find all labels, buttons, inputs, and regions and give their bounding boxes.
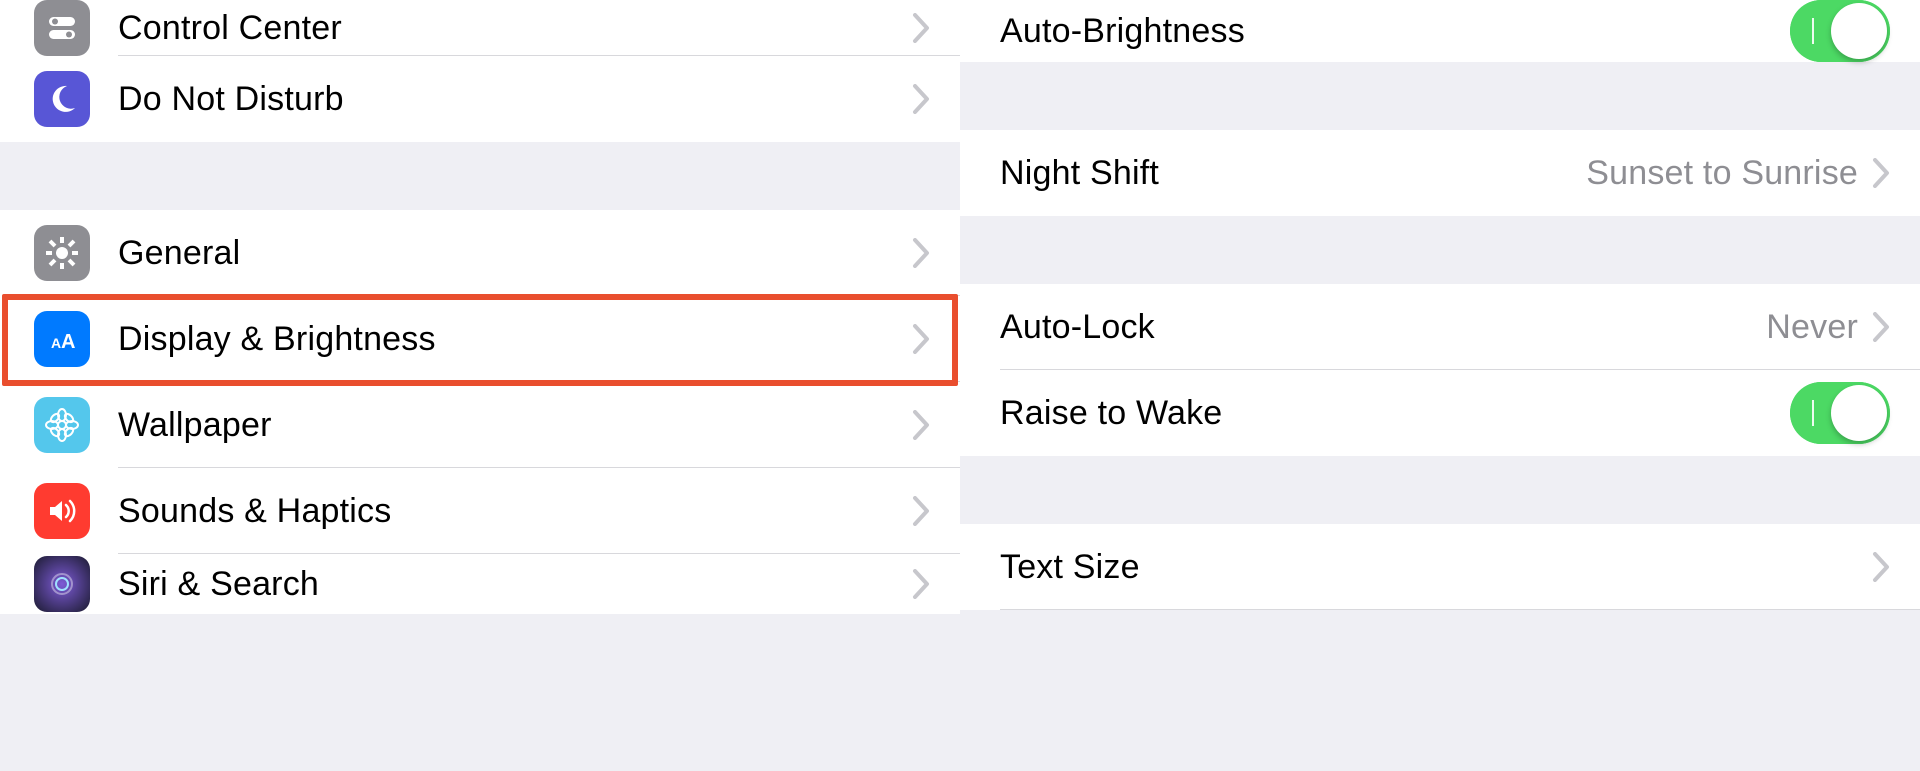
group-separator xyxy=(960,216,1920,284)
gear-icon xyxy=(34,225,90,281)
sidebar-item-siri-search[interactable]: Siri & Search xyxy=(0,554,960,614)
auto-brightness-toggle[interactable] xyxy=(1790,0,1890,62)
cell-label: Display & Brightness xyxy=(118,320,912,359)
cell-label: General xyxy=(118,234,912,273)
row-raise-to-wake[interactable]: Raise to Wake xyxy=(960,370,1920,456)
chevron-right-icon xyxy=(912,410,930,440)
cell-label: Text Size xyxy=(1000,548,1872,587)
row-auto-brightness[interactable]: Auto-Brightness xyxy=(960,0,1920,62)
svg-text:A: A xyxy=(61,331,75,353)
chevron-right-icon xyxy=(912,84,930,114)
chevron-right-icon xyxy=(1872,312,1890,342)
row-night-shift[interactable]: Night Shift Sunset to Sunrise xyxy=(960,130,1920,216)
chevron-right-icon xyxy=(1872,552,1890,582)
settings-group-1: Control Center Do Not Disturb xyxy=(0,0,960,142)
cell-label: Control Center xyxy=(118,9,912,48)
cell-value: Never xyxy=(1766,308,1858,347)
siri-icon xyxy=(34,556,90,612)
speaker-icon xyxy=(34,483,90,539)
cell-label: Sounds & Haptics xyxy=(118,492,912,531)
chevron-right-icon xyxy=(1872,158,1890,188)
chevron-right-icon xyxy=(912,324,930,354)
sidebar-item-do-not-disturb[interactable]: Do Not Disturb xyxy=(0,56,960,142)
settings-group-2: General AA Display & Brightness Wallpape… xyxy=(0,210,960,614)
chevron-right-icon xyxy=(912,569,930,599)
chevron-right-icon xyxy=(912,238,930,268)
raise-to-wake-toggle[interactable] xyxy=(1790,382,1890,444)
chevron-right-icon xyxy=(912,13,930,43)
moon-icon xyxy=(34,71,90,127)
flower-icon xyxy=(34,397,90,453)
cell-label: Night Shift xyxy=(1000,154,1586,193)
display-brightness-panel: Auto-Brightness Night Shift Sunset to Su… xyxy=(960,0,1920,771)
sidebar-item-sounds-haptics[interactable]: Sounds & Haptics xyxy=(0,468,960,554)
sidebar-item-display-brightness[interactable]: AA Display & Brightness xyxy=(0,296,960,382)
cell-label: Do Not Disturb xyxy=(118,80,912,119)
settings-root-panel: Control Center Do Not Disturb General xyxy=(0,0,960,771)
cell-label: Raise to Wake xyxy=(1000,394,1790,433)
sidebar-item-control-center[interactable]: Control Center xyxy=(0,0,960,56)
group-separator xyxy=(0,142,960,210)
chevron-right-icon xyxy=(912,496,930,526)
cell-value: Sunset to Sunrise xyxy=(1586,154,1858,193)
group-separator xyxy=(960,62,1920,130)
cell-label: Siri & Search xyxy=(118,565,912,604)
svg-text:A: A xyxy=(51,335,61,351)
sidebar-item-general[interactable]: General xyxy=(0,210,960,296)
cell-label: Auto-Brightness xyxy=(1000,12,1790,51)
row-text-size[interactable]: Text Size xyxy=(960,524,1920,610)
cell-label: Auto-Lock xyxy=(1000,308,1766,347)
control-center-icon xyxy=(34,0,90,56)
row-auto-lock[interactable]: Auto-Lock Never xyxy=(960,284,1920,370)
text-size-icon: AA xyxy=(34,311,90,367)
group-separator xyxy=(960,456,1920,524)
sidebar-item-wallpaper[interactable]: Wallpaper xyxy=(0,382,960,468)
cell-label: Wallpaper xyxy=(118,406,912,445)
